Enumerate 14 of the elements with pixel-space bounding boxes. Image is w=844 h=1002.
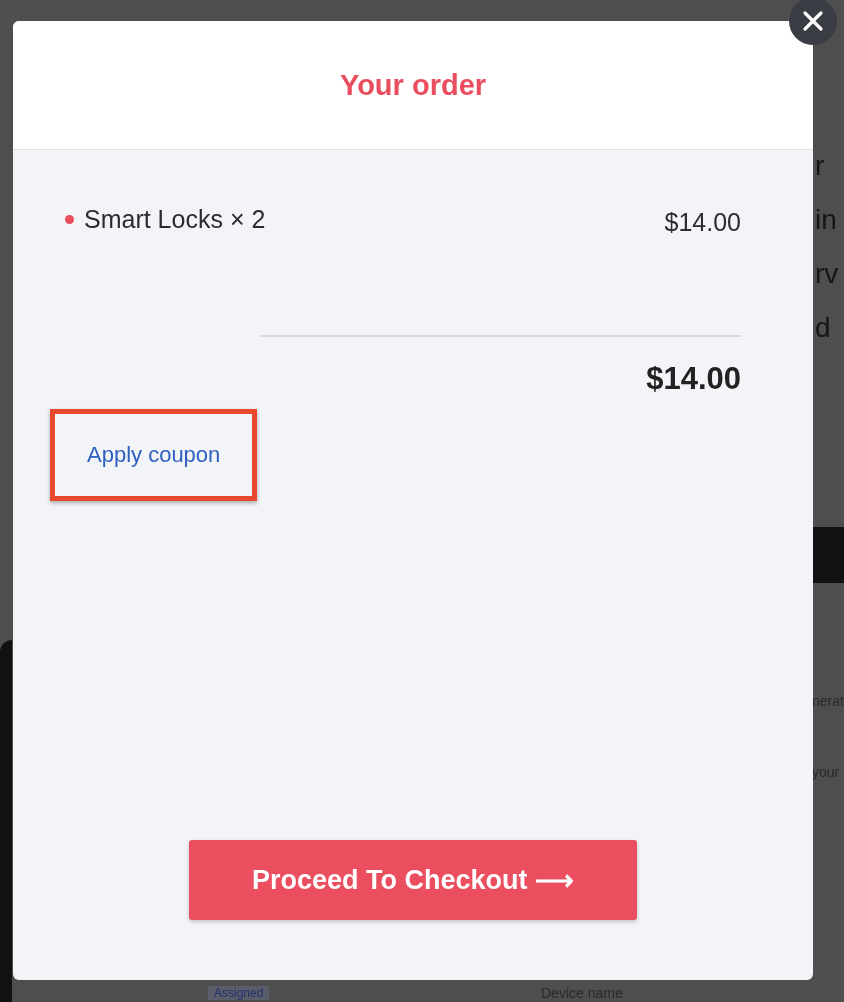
background-bar xyxy=(813,527,844,583)
order-total: $14.00 xyxy=(646,361,741,397)
checkout-button[interactable]: Proceed To Checkout ⟶ xyxy=(189,840,637,920)
background-text: r xyxy=(815,150,825,182)
item-name: Smart Locks × 2 xyxy=(84,205,266,234)
apply-coupon-link[interactable]: Apply coupon xyxy=(87,442,221,467)
background-text: d xyxy=(815,312,831,344)
status-badge: Assigned xyxy=(208,986,270,1000)
close-icon xyxy=(802,10,824,32)
item-price: $14.00 xyxy=(664,208,741,237)
dialog-title: Your order xyxy=(339,68,487,102)
background-text: rv xyxy=(815,258,839,290)
close-button[interactable] xyxy=(789,0,837,45)
background-text: in xyxy=(815,204,837,236)
